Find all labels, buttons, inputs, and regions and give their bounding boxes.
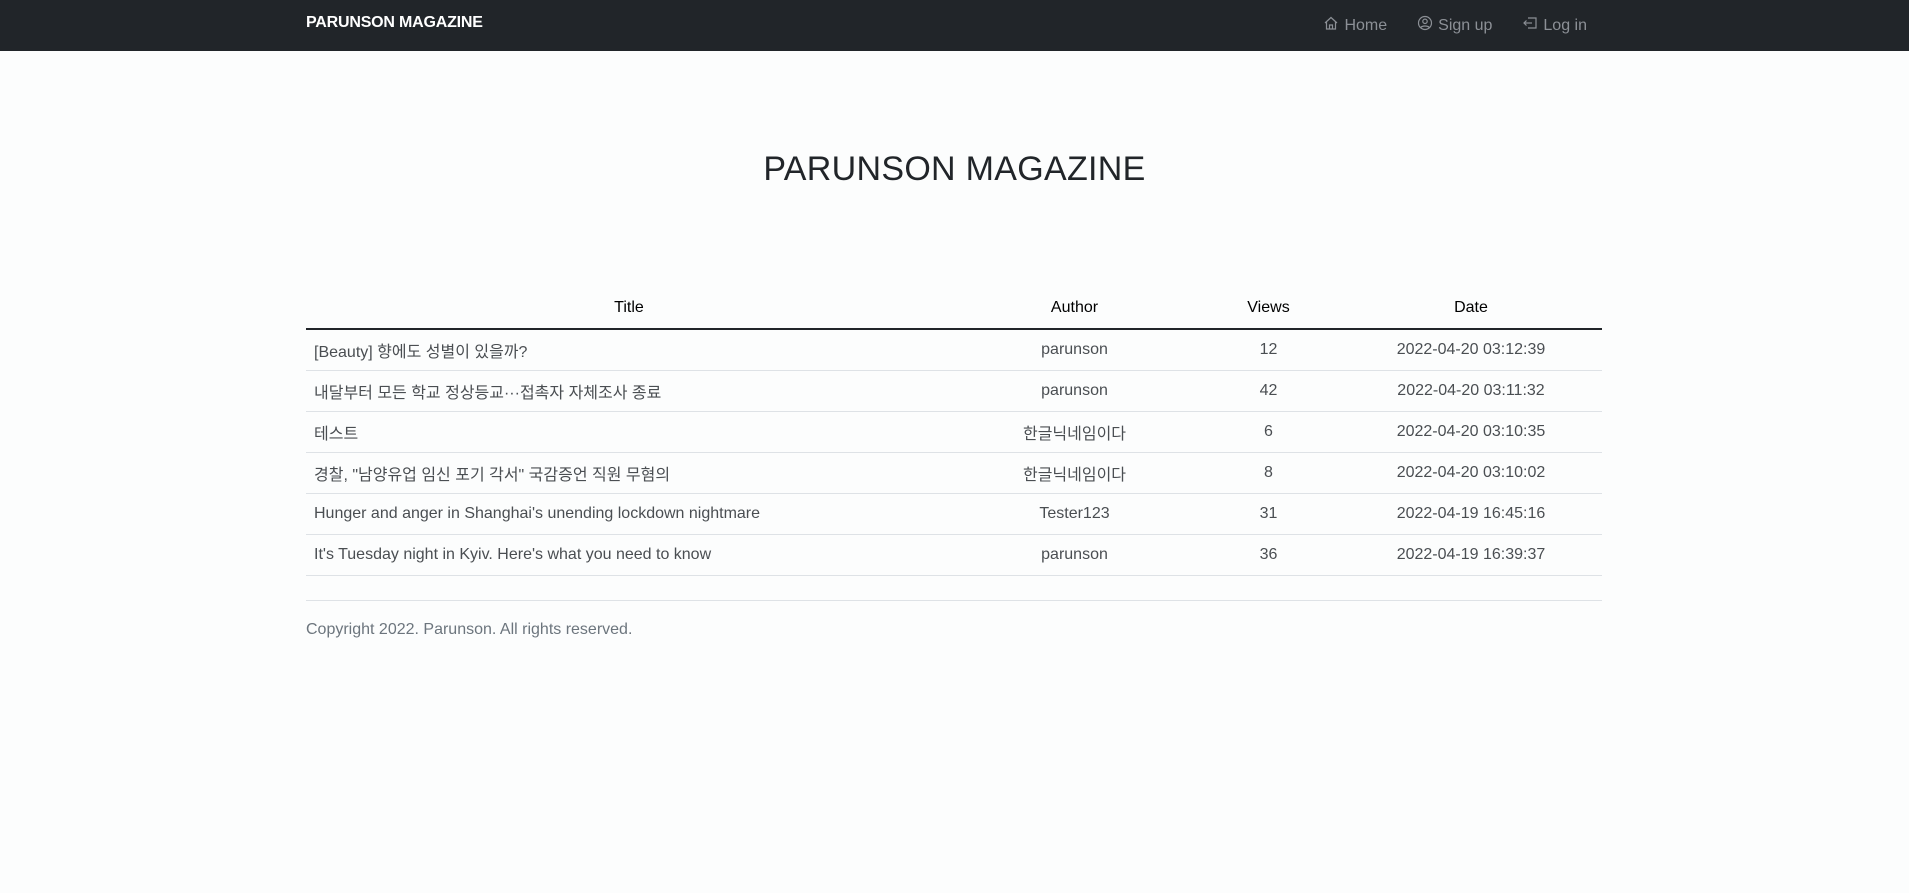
table-row[interactable]: [Beauty] 향에도 성별이 있을까? parunson 12 2022-0… — [306, 329, 1602, 371]
user-circle-icon — [1417, 15, 1433, 36]
table-row[interactable]: Hunger and anger in Shanghai's unending … — [306, 493, 1602, 535]
article-author: parunson — [952, 534, 1197, 576]
article-author: 한글닉네임이다 — [952, 411, 1197, 453]
top-navbar: PARUNSON MAGAZINE Home Sign up Log in — [0, 0, 1909, 51]
article-date: 2022-04-20 03:11:32 — [1340, 370, 1602, 412]
article-title-link[interactable]: It's Tuesday night in Kyiv. Here's what … — [306, 534, 952, 576]
article-views: 6 — [1197, 411, 1340, 453]
table-row[interactable]: 내달부터 모든 학교 정상등교···접촉자 자체조사 종료 parunson 4… — [306, 370, 1602, 412]
article-author: Tester123 — [952, 493, 1197, 535]
header-views: Views — [1197, 290, 1340, 330]
article-title-link[interactable]: 테스트 — [306, 411, 952, 453]
header-author: Author — [952, 290, 1197, 330]
nav-signup-link[interactable]: Sign up — [1417, 15, 1492, 36]
copyright-text: Copyright 2022. Parunson. All rights res… — [306, 621, 633, 638]
header-title: Title — [306, 290, 952, 330]
article-views: 36 — [1197, 534, 1340, 576]
table-header-row: Title Author Views Date — [306, 290, 1602, 330]
article-date: 2022-04-20 03:12:39 — [1340, 329, 1602, 371]
table-row[interactable]: It's Tuesday night in Kyiv. Here's what … — [306, 534, 1602, 576]
article-author: parunson — [952, 329, 1197, 371]
article-author: parunson — [952, 370, 1197, 412]
footer-divider — [306, 600, 1602, 601]
article-date: 2022-04-19 16:39:37 — [1340, 534, 1602, 576]
article-date: 2022-04-19 16:45:16 — [1340, 493, 1602, 535]
brand-link[interactable]: PARUNSON MAGAZINE — [306, 14, 483, 32]
article-title-link[interactable]: 경찰, "남양유업 임신 포기 각서" 국감증언 직원 무혐의 — [306, 452, 952, 494]
nav-signup-label: Sign up — [1438, 16, 1493, 34]
article-author: 한글닉네임이다 — [952, 452, 1197, 494]
nav-login-link[interactable]: Log in — [1522, 15, 1587, 36]
article-views: 42 — [1197, 370, 1340, 412]
header-date: Date — [1340, 290, 1602, 330]
article-views: 8 — [1197, 452, 1340, 494]
article-title-link[interactable]: 내달부터 모든 학교 정상등교···접촉자 자체조사 종료 — [306, 370, 952, 412]
nav-home-label: Home — [1344, 16, 1388, 34]
article-title-link[interactable]: [Beauty] 향에도 성별이 있을까? — [306, 329, 952, 371]
page-title: PARUNSON MAGAZINE — [763, 150, 1146, 188]
nav-links: Home Sign up Log in — [1323, 0, 1587, 51]
article-views: 12 — [1197, 329, 1340, 371]
house-icon — [1323, 15, 1339, 36]
article-date: 2022-04-20 03:10:02 — [1340, 452, 1602, 494]
login-icon — [1522, 15, 1538, 36]
article-date: 2022-04-20 03:10:35 — [1340, 411, 1602, 453]
article-views: 31 — [1197, 493, 1340, 535]
article-title-link[interactable]: Hunger and anger in Shanghai's unending … — [306, 493, 952, 535]
article-table: Title Author Views Date [Beauty] 향에도 성별이… — [306, 290, 1602, 576]
nav-home-link[interactable]: Home — [1323, 15, 1387, 36]
table-row[interactable]: 테스트 한글닉네임이다 6 2022-04-20 03:10:35 — [306, 411, 1602, 453]
table-row[interactable]: 경찰, "남양유업 임신 포기 각서" 국감증언 직원 무혐의 한글닉네임이다 … — [306, 452, 1602, 494]
nav-login-label: Log in — [1543, 16, 1587, 34]
